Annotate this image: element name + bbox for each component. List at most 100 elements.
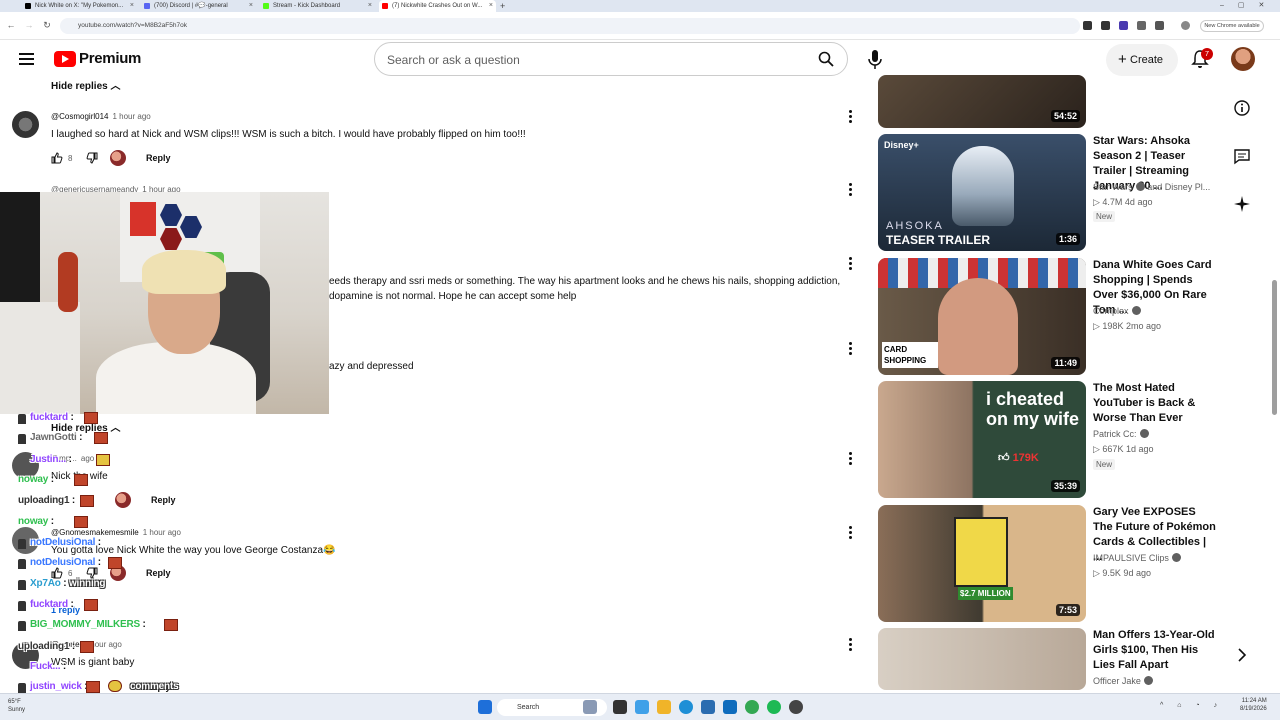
taskbar-clock[interactable]: 11:24 AM 8/19/2026 xyxy=(1240,697,1267,713)
more-options-icon[interactable] xyxy=(849,342,853,356)
extension-icon[interactable] xyxy=(1119,21,1128,30)
close-icon[interactable]: × xyxy=(249,0,253,12)
browser-tab[interactable]: Stream - Kick Dashboard × xyxy=(260,0,375,12)
video-meta: ▷ 4.7M 4d ago xyxy=(1093,197,1153,207)
search-icon[interactable] xyxy=(818,51,834,67)
browser-tab-active[interactable]: (7) Nickwhite Crashes Out on W... × xyxy=(379,0,496,12)
new-chrome-button[interactable]: New Chrome available xyxy=(1200,20,1264,32)
youtube-logo-icon[interactable] xyxy=(54,51,76,67)
forward-icon[interactable]: → xyxy=(22,18,36,32)
extension-icon[interactable] xyxy=(1101,21,1110,30)
window-controls[interactable]: –▢✕ xyxy=(1220,0,1278,12)
chat-username: noway : xyxy=(18,516,54,527)
edge-icon[interactable] xyxy=(679,700,693,714)
video-meta: ▷ 198K 2mo ago xyxy=(1093,321,1161,331)
plus-icon: + xyxy=(1118,51,1127,68)
comment-time[interactable]: 1 hour ago xyxy=(112,112,150,121)
scrollbar[interactable] xyxy=(1272,280,1277,415)
chat-badge-icon xyxy=(18,434,26,444)
mail-icon[interactable] xyxy=(723,700,737,714)
tab-label: Nick White on X: "My Pokemon... xyxy=(35,3,124,9)
channel-name[interactable]: Star Wars and Disney Pl... xyxy=(1093,182,1210,192)
channel-name[interactable]: IMPAULSIVE Clips xyxy=(1093,553,1181,563)
windows-start-icon[interactable] xyxy=(478,700,492,714)
comment-time[interactable]: 1 hour ago xyxy=(143,528,181,537)
chat-badge-icon xyxy=(18,683,26,693)
channel-name[interactable]: Complex xyxy=(1093,306,1141,316)
video-thumbnail[interactable]: CARD SHOPPING 11:49 xyxy=(878,258,1086,375)
channel-name[interactable]: Officer Jake xyxy=(1093,676,1153,686)
video-duration: 35:39 xyxy=(1050,480,1080,492)
video-title[interactable]: Man Offers 13-Year-Old Girls $100, Then … xyxy=(1093,628,1217,673)
video-thumbnail[interactable]: i cheated on my wife 👍︎ 179K 35:39 xyxy=(878,381,1086,498)
close-icon[interactable]: × xyxy=(368,0,372,12)
like-count: 6 xyxy=(68,569,73,578)
chrome-icon[interactable] xyxy=(745,700,759,714)
back-icon[interactable]: ← xyxy=(4,18,18,32)
create-button[interactable]: + Create xyxy=(1106,44,1178,76)
sparkle-icon[interactable] xyxy=(1233,195,1251,213)
store-icon[interactable] xyxy=(701,700,715,714)
address-bar[interactable]: youtube.com/watch?v=M8B2aF5h7ok xyxy=(60,18,1080,34)
video-title[interactable]: The Most Hated YouTuber is Back & Worse … xyxy=(1093,381,1217,426)
play-icon: ▷ xyxy=(1093,321,1103,331)
thumbnail-logo: AHSOKA xyxy=(886,220,944,232)
extension-icon[interactable] xyxy=(1137,21,1146,30)
thumbs-down-icon[interactable] xyxy=(86,152,98,164)
more-options-icon[interactable] xyxy=(849,257,853,271)
video-thumbnail[interactable] xyxy=(878,628,1086,690)
comment-time[interactable]: ago xyxy=(81,454,94,463)
video-meta: ▷ 667K 1d ago xyxy=(1093,444,1154,454)
channel-name[interactable]: Patrick Cc: xyxy=(1093,429,1149,439)
reply-button[interactable]: Reply xyxy=(151,495,176,505)
weather-widget[interactable]: 65°F Sunny xyxy=(8,698,25,714)
close-icon[interactable]: × xyxy=(489,0,493,12)
system-tray[interactable]: ^ ⌂ ◔ ♪ xyxy=(1160,702,1223,709)
task-view-icon[interactable] xyxy=(613,700,627,714)
browser-tab[interactable]: Nick White on X: "My Pokemon... × xyxy=(22,0,137,12)
profile-icon[interactable] xyxy=(1181,21,1190,30)
chat-username: fucktard : xyxy=(30,412,74,423)
more-options-icon[interactable] xyxy=(849,452,853,466)
verified-icon xyxy=(1131,306,1141,315)
browser-tab[interactable]: (700) Discord | #💬-general × xyxy=(141,0,256,12)
close-icon[interactable]: × xyxy=(130,0,134,12)
comment-author[interactable]: @Cosmogirl014 1 hour ago xyxy=(51,112,151,121)
info-icon[interactable] xyxy=(1233,99,1251,117)
extension-icon[interactable] xyxy=(1083,21,1092,30)
copilot-icon[interactable] xyxy=(635,700,649,714)
chat-icon[interactable] xyxy=(1233,147,1251,165)
widget-icon[interactable] xyxy=(583,700,597,714)
video-thumbnail[interactable]: $2.7 MILLION 7:53 xyxy=(878,505,1086,622)
more-options-icon[interactable] xyxy=(849,526,853,540)
more-options-icon[interactable] xyxy=(849,638,853,652)
extension-icon[interactable] xyxy=(1155,21,1164,30)
obs-icon[interactable] xyxy=(789,700,803,714)
new-tab-button[interactable]: + xyxy=(500,0,505,12)
logo-text[interactable]: Premium xyxy=(79,50,141,67)
reload-icon[interactable]: ↻ xyxy=(40,18,54,32)
microphone-icon[interactable] xyxy=(858,42,892,76)
hide-replies-button[interactable]: Hide replies ︿ xyxy=(51,77,120,92)
verified-icon xyxy=(1139,429,1149,438)
comment-author[interactable]: @Gnomesmakemesmile 1 hour ago xyxy=(51,528,181,537)
account-avatar[interactable] xyxy=(1231,47,1255,71)
more-options-icon[interactable] xyxy=(849,110,853,124)
disney-plus-logo-icon: Disney+ xyxy=(884,140,919,150)
menu-icon[interactable] xyxy=(19,53,34,65)
reply-button[interactable]: Reply xyxy=(146,568,171,578)
new-badge: New xyxy=(1093,211,1116,222)
spotify-icon[interactable] xyxy=(767,700,781,714)
video-thumbnail[interactable]: Disney+ AHSOKA TEASER TRAILER 1:36 xyxy=(878,134,1086,251)
thumbs-up-icon[interactable] xyxy=(51,152,63,164)
avatar[interactable] xyxy=(12,111,39,138)
search-input[interactable]: Search or ask a question xyxy=(374,42,848,76)
file-explorer-icon[interactable] xyxy=(657,700,671,714)
reply-button[interactable]: Reply xyxy=(146,153,171,163)
microphone-arm xyxy=(0,192,40,302)
chat-username: uploading1 : xyxy=(18,641,76,652)
more-options-icon[interactable] xyxy=(849,183,853,197)
video-thumbnail[interactable]: 54:52 xyxy=(878,75,1086,128)
chevron-right-icon[interactable] xyxy=(1233,646,1251,664)
verified-icon xyxy=(1171,553,1181,562)
